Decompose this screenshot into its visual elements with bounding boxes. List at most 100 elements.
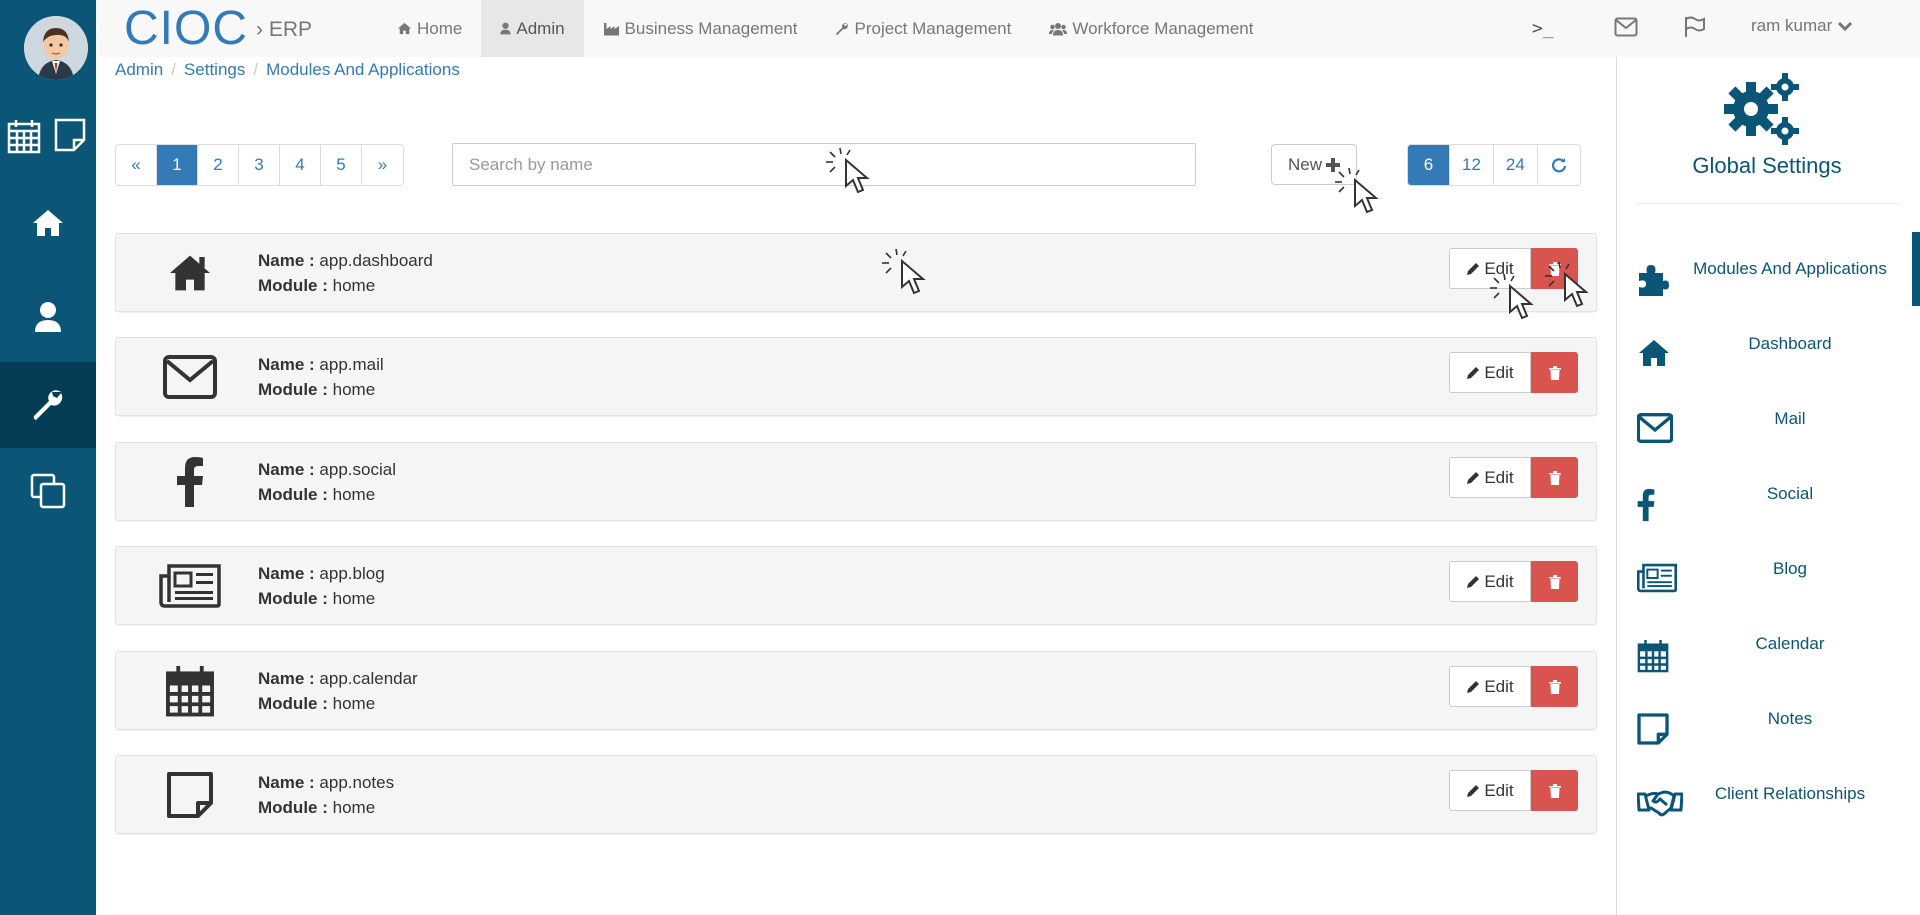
envelope-icon[interactable] [1614,17,1638,42]
name-label: Name : [258,355,315,374]
settings-item-dashboard[interactable]: Dashboard [1637,328,1920,378]
trash-icon [1548,574,1561,589]
settings-item-label: Calendar [1755,634,1825,653]
nav-business-management[interactable]: Business Management [584,0,817,57]
settings-item-notes[interactable]: Notes [1637,703,1920,753]
delete-button[interactable] [1531,352,1578,393]
calendar-icon[interactable] [7,118,41,159]
nav-project-label: Project Management [854,18,1012,38]
edit-label: Edit [1484,467,1514,487]
settings-item-client-relationships[interactable]: Client Relationships [1636,778,1920,828]
edit-label: Edit [1484,780,1514,800]
module-name: app.calendar [319,669,418,688]
settings-item-label: Mail [1774,409,1806,428]
settings-item-label: Notes [1767,709,1813,728]
rail-shortcuts [0,112,96,162]
module-value: home [332,589,376,608]
user-menu[interactable]: ram kumar [1751,16,1853,36]
nav-home[interactable]: Home [378,0,481,57]
avatar-image [24,16,88,80]
delete-button[interactable] [1531,666,1578,707]
pencil-icon [1467,366,1480,379]
page-4[interactable]: 4 [280,145,321,185]
rail-home-button[interactable] [0,180,96,266]
per-page-6[interactable]: 6 [1408,145,1450,185]
brand-logo[interactable]: CIOC [124,4,248,54]
rail-copy-button[interactable] [0,448,96,534]
sticky-note-icon[interactable] [54,118,86,157]
clone-icon [30,473,66,509]
breadcrumb-separator: / [171,60,176,79]
trash-icon [1548,783,1561,798]
user-name: ram kumar [1751,16,1833,35]
module-value: home [332,485,376,504]
module-name: app.dashboard [319,251,433,270]
breadcrumb-admin[interactable]: Admin [115,60,163,80]
edit-button[interactable]: Edit [1449,770,1531,811]
module-info: Name : app.notes Module : home [258,770,394,820]
page-2[interactable]: 2 [198,145,239,185]
edit-button[interactable]: Edit [1449,666,1531,707]
settings-item-calendar[interactable]: Calendar [1637,628,1920,678]
module-name: app.blog [319,564,385,583]
search-input[interactable] [452,143,1196,186]
settings-item-modules[interactable]: Modules And Applications [1637,253,1920,303]
module-label: Module : [258,694,328,713]
nav-home-label: Home [417,18,463,38]
home-icon [1637,338,1681,374]
avatar[interactable] [24,16,88,80]
page-1[interactable]: 1 [157,145,198,185]
nav-workforce-management[interactable]: Workforce Management [1030,0,1272,57]
page-prev[interactable]: « [116,145,157,185]
sticky-note-icon [158,770,222,820]
envelope-icon [1636,413,1681,449]
page-5[interactable]: 5 [321,145,362,185]
settings-item-label: Blog [1772,559,1808,578]
edit-button[interactable]: Edit [1449,561,1531,602]
settings-item-blog[interactable]: Blog [1637,553,1920,603]
per-page-24[interactable]: 24 [1493,145,1538,185]
nav-project-management[interactable]: Project Management [816,0,1030,57]
module-label: Module : [258,798,328,817]
delete-button[interactable] [1531,457,1578,498]
edit-label: Edit [1484,676,1514,696]
module-name: app.mail [319,355,384,374]
nav-business-label: Business Management [624,18,798,38]
page-next[interactable]: » [362,145,403,185]
new-button-label: New [1287,154,1322,174]
module-name: app.social [319,460,396,479]
page-3[interactable]: 3 [239,145,280,185]
module-info: Name : app.mail Module : home [258,352,384,402]
flag-icon[interactable] [1683,16,1707,43]
cursor-icon [1545,261,1589,308]
per-page-selector: 6 12 24 [1407,144,1581,186]
pagination: « 1 2 3 4 5 » [115,144,404,186]
name-label: Name : [258,460,315,479]
breadcrumb-settings[interactable]: Settings [184,60,245,80]
nav-admin[interactable]: Admin [481,0,584,57]
name-label: Name : [258,564,315,583]
delete-button[interactable] [1531,561,1578,602]
edit-button[interactable]: Edit [1449,352,1531,393]
rail-settings-button[interactable] [0,362,96,448]
gears-icon [1721,71,1805,150]
module-row: Name : app.notes Module : home Edit [115,755,1597,834]
rail-user-button[interactable] [0,274,96,360]
sticky-note-icon [1637,713,1681,749]
breadcrumb-modules[interactable]: Modules And Applications [266,60,460,80]
calendar-icon [158,666,222,717]
brand-subtitle: › ERP [256,18,313,41]
per-page-12[interactable]: 12 [1450,145,1494,185]
module-value: home [332,798,376,817]
delete-button[interactable] [1531,770,1578,811]
trash-icon [1548,679,1561,694]
terminal-icon[interactable]: >_ [1532,18,1554,39]
refresh-button[interactable] [1537,145,1580,185]
module-label: Module : [258,589,328,608]
edit-button[interactable]: Edit [1449,457,1531,498]
edit-label: Edit [1484,362,1514,382]
settings-item-social[interactable]: Social [1637,478,1920,528]
settings-item-label: Dashboard [1748,334,1832,353]
cursor-icon [1335,167,1379,214]
settings-item-mail[interactable]: Mail [1636,403,1920,453]
